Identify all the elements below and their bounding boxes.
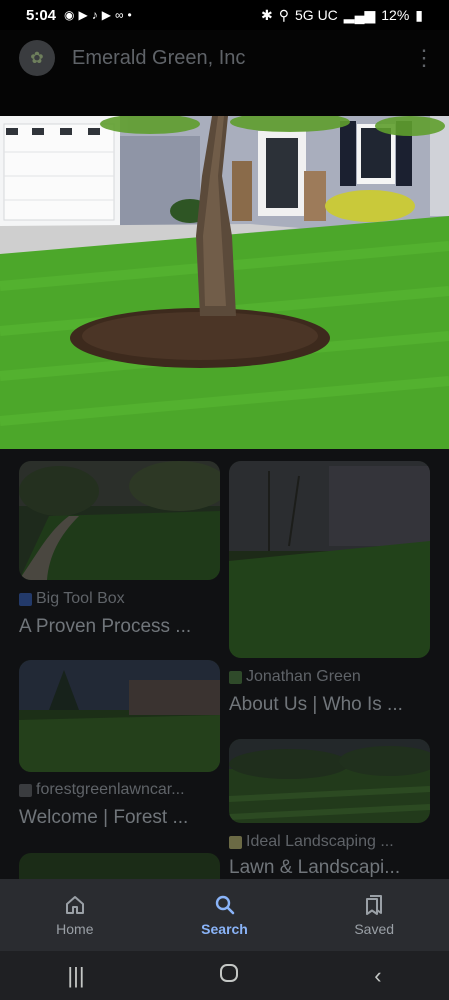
tiktok-notification-icon: ♪ [91,8,98,22]
result-thumbnail-2 [229,461,430,658]
nav-saved[interactable]: Saved [299,879,449,951]
system-navigation-bar: ||| ‹ [0,951,449,1000]
location-icon: ⚲ [278,6,289,23]
result-source-2[interactable]: Jonathan Green [229,668,361,686]
battery-label: 12% [381,7,410,23]
home-icon [65,896,84,914]
battery-icon: ▮ [415,6,423,23]
result-title-1[interactable]: A Proven Process ... [19,616,220,638]
home-button-icon[interactable] [219,963,239,989]
home-circle-icon [220,963,239,982]
more-options-icon[interactable]: ⋮ [413,45,435,71]
more-notifications-icon: • [127,8,132,22]
favicon-icon [19,783,32,797]
notification-icons: ◉ ▶ ♪ ▶ ∞ • [64,8,132,22]
nav-home-label: Home [56,921,94,937]
result-title-4[interactable]: Lawn & Landscapi... [229,857,430,879]
favicon-icon [229,670,242,684]
site-header: ✿ Emerald Green, Inc ⋮ [0,30,449,86]
header-spacer [0,86,449,116]
result-title-3[interactable]: Welcome | Forest ... [19,807,220,829]
result-thumbnail-4 [229,739,430,823]
result-source-label-2: Jonathan Green [246,668,361,685]
result-source-label-4: Ideal Landscaping ... [246,833,394,850]
status-bar: 5:04 ◉ ▶ ♪ ▶ ∞ • ✱ ⚲ 5G UC ▂▄▆ 12% ▮ [0,0,449,30]
youtube-notification-icon-2: ▶ [101,8,111,22]
result-source-3[interactable]: forestgreenlawncar... [19,781,185,799]
favicon-icon [19,592,32,606]
result-source-4[interactable]: Ideal Landscaping ... [229,833,394,851]
result-thumbnail-3 [19,660,220,772]
result-image-5[interactable] [19,853,220,879]
result-image-2[interactable] [229,461,430,658]
nav-search-label: Search [201,921,248,937]
back-icon[interactable]: ‹ [374,963,381,989]
result-image-3[interactable] [19,660,220,772]
result-title-2[interactable]: About Us | Who Is ... [229,694,430,716]
nav-home[interactable]: Home [0,879,150,951]
result-thumbnail-5 [19,853,220,879]
favicon-icon [229,835,242,849]
nav-search[interactable]: Search [150,879,300,951]
location-notification-icon: ◉ [64,8,75,22]
bluetooth-icon: ✱ [261,6,273,23]
image-results-grid: Big Tool Box A Proven Process ... Jonath… [0,449,449,879]
result-source-1[interactable]: Big Tool Box [19,590,125,608]
result-source-label-3: forestgreenlawncar... [36,781,185,798]
hero-image[interactable] [0,116,449,449]
signal-icon: ▂▄▆ [343,6,376,23]
site-title[interactable]: Emerald Green, Inc [72,47,245,70]
nav-saved-label: Saved [354,921,395,937]
youtube-notification-icon: ▶ [78,8,88,22]
result-source-label-1: Big Tool Box [36,590,125,607]
network-label: 5G UC [295,7,338,23]
result-thumbnail-1 [19,461,220,580]
search-icon [215,895,234,915]
voicemail-icon: ∞ [114,8,124,22]
lawn-photo [0,116,449,449]
status-time: 5:04 [26,6,57,24]
bottom-navigation: Home Search Saved [0,879,449,951]
site-logo-icon[interactable]: ✿ [19,40,55,76]
saved-icon [366,895,383,915]
recent-apps-icon[interactable]: ||| [67,963,84,989]
result-image-4[interactable] [229,739,430,823]
result-image-1[interactable] [19,461,220,580]
